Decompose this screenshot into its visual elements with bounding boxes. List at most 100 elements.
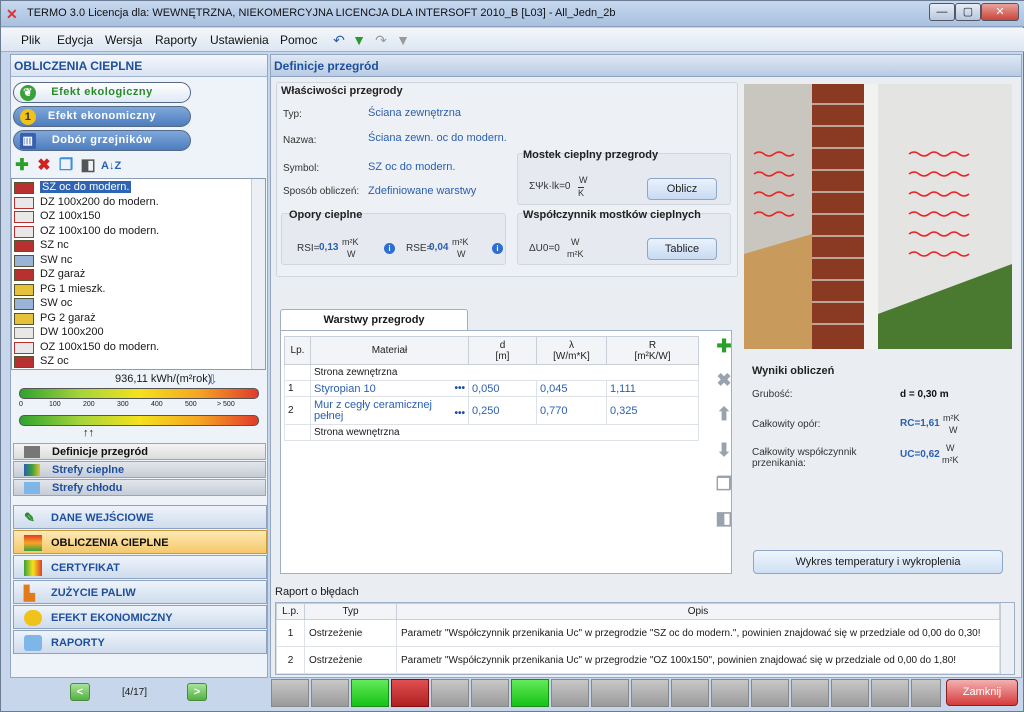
status-slot[interactable] <box>831 679 869 707</box>
lambda-cell[interactable]: 0,770 <box>536 396 607 425</box>
status-slot[interactable] <box>671 679 709 707</box>
move-up-icon[interactable]: ⬆ <box>713 403 735 425</box>
status-slot[interactable] <box>911 679 941 707</box>
status-slot[interactable] <box>751 679 789 707</box>
status-slot[interactable] <box>511 679 549 707</box>
info-icon[interactable]: i <box>492 243 503 254</box>
table-row[interactable]: 1 Ostrzeżenie Parametr "Współczynnik prz… <box>276 619 1000 647</box>
status-slot[interactable] <box>711 679 749 707</box>
energy-scale-bar <box>19 388 259 399</box>
table-row[interactable]: 2 Ostrzeżenie Parametr "Współczynnik prz… <box>276 646 1000 674</box>
tree-item[interactable]: PG 2 garaż <box>14 312 96 326</box>
tree-item[interactable]: SW nc <box>14 254 72 268</box>
status-slot[interactable] <box>631 679 669 707</box>
tree-item[interactable]: SZ oc <box>14 355 69 369</box>
raport-scrollbar[interactable] <box>1000 603 1014 674</box>
sposob-value[interactable]: Zdefiniowane warstwy <box>368 185 476 197</box>
subtab-strefy-cieplne[interactable]: Strefy cieplne <box>13 461 266 478</box>
dobor-grzejnikow-button[interactable]: ▥ Dobór grzejników <box>13 130 191 151</box>
sort-icon[interactable]: A↓Z <box>101 157 121 175</box>
d-cell[interactable]: 0,250 <box>468 396 537 425</box>
tree-item[interactable]: OZ 100x150 do modern. <box>14 341 159 355</box>
add-icon[interactable]: ✚ <box>13 157 31 175</box>
tree-item[interactable]: PG 1 mieszk. <box>14 283 105 297</box>
symbol-value[interactable]: SZ oc do modern. <box>368 161 455 173</box>
status-slot[interactable] <box>871 679 909 707</box>
close-window-button[interactable]: ✕ <box>981 3 1019 21</box>
menu-raporty[interactable]: Raporty <box>155 33 197 47</box>
tree-item[interactable]: OZ 100x150 <box>14 210 101 224</box>
menu-plik[interactable]: Plik <box>21 33 40 47</box>
efekt-ekologiczny-button[interactable]: ❦ Efekt ekologiczny <box>13 82 191 103</box>
tree-item[interactable]: DZ garaż <box>14 268 85 282</box>
material-picker-button[interactable]: ••• <box>454 408 465 419</box>
redo-dropdown-icon[interactable]: ▼ <box>394 31 412 49</box>
subtab-definicje-przegrod[interactable]: Definicje przegród <box>13 443 266 460</box>
move-down-icon[interactable]: ⬇ <box>713 439 735 461</box>
nav-raporty[interactable]: RAPORTY <box>13 630 267 654</box>
material-cell[interactable]: Styropian 10 <box>314 383 376 395</box>
main-panel-title: Definicje przegród <box>271 55 1021 77</box>
add-layer-icon[interactable]: ✚ <box>713 335 735 357</box>
paste-icon[interactable]: ◧ <box>79 157 97 175</box>
menu-wersja[interactable]: Wersja <box>105 33 142 47</box>
lambda-cell[interactable]: 0,045 <box>536 380 607 397</box>
status-slot[interactable] <box>471 679 509 707</box>
oblicz-button[interactable]: Oblicz <box>647 178 717 200</box>
status-slot[interactable] <box>271 679 309 707</box>
delete-icon[interactable]: ✖ <box>35 157 53 175</box>
efekt-ekonomiczny-button[interactable]: 1 Efekt ekonomiczny <box>13 106 191 127</box>
tree-item[interactable]: SZ oc do modern. <box>14 181 132 195</box>
nav-efekt-ekonomiczny[interactable]: EFEKT EKONOMICZNY <box>13 605 267 629</box>
nav-dane-wejsciowe[interactable]: ✎ DANE WEJŚCIOWE <box>13 505 267 529</box>
tree-item[interactable]: DW 100x200 <box>14 326 104 340</box>
material-picker-button[interactable]: ••• <box>454 383 465 394</box>
tree-item[interactable]: DZ 100x200 do modern. <box>14 196 159 210</box>
delete-layer-icon[interactable]: ✖ <box>713 369 735 391</box>
material-cell[interactable]: Mur z cegły ceramicznej pełnej <box>314 399 434 422</box>
typ-value[interactable]: Ściana zewnętrzna <box>368 107 461 119</box>
status-slot[interactable] <box>551 679 589 707</box>
nav-zuzycie-paliw[interactable]: ▙ ZUŻYCIE PALIW <box>13 580 267 604</box>
wsp-unit-top: W <box>946 443 955 453</box>
tree-item[interactable]: SZ nc <box>14 239 69 253</box>
undo-dropdown-icon[interactable]: ▼ <box>350 31 368 49</box>
status-report-icon[interactable] <box>391 679 429 707</box>
rsi-value[interactable]: 0,13 <box>319 242 338 253</box>
table-row[interactable]: 2 Mur z cegły ceramicznej pełnej ••• 0,25… <box>284 396 699 425</box>
zamknij-button[interactable]: Zamknij <box>946 679 1018 706</box>
rse-value[interactable]: 0,04 <box>429 242 448 253</box>
status-slot[interactable] <box>791 679 829 707</box>
info-icon[interactable]: i <box>384 243 395 254</box>
tree-item[interactable]: OZ 100x100 do modern. <box>14 225 159 239</box>
status-slot[interactable] <box>431 679 469 707</box>
tab-warstwy-przegrody[interactable]: Warstwy przegrody <box>280 309 468 331</box>
menu-ustawienia[interactable]: Ustawienia <box>210 33 269 47</box>
tree-item[interactable]: SW oc <box>14 297 72 311</box>
menu-pomoc[interactable]: Pomoc <box>280 33 317 47</box>
prev-page-button[interactable]: < <box>70 683 90 701</box>
copy-icon[interactable]: ❐ <box>57 157 75 175</box>
status-slot[interactable] <box>591 679 629 707</box>
tree-scrollbar[interactable] <box>251 179 265 369</box>
tablice-button[interactable]: Tablice <box>647 238 717 260</box>
d-cell[interactable]: 0,050 <box>468 380 537 397</box>
undo-icon[interactable]: ↶ <box>330 31 348 49</box>
table-row[interactable]: 1 Styropian 10 ••• 0,050 0,045 1,111 <box>284 380 699 397</box>
minimize-button[interactable]: — <box>929 3 955 21</box>
maximize-button[interactable]: ▢ <box>955 3 981 21</box>
window-icon <box>14 226 34 238</box>
paste-layer-icon[interactable]: ◧ <box>713 507 735 529</box>
subtab-strefy-chlodu[interactable]: Strefy chłodu <box>13 479 266 496</box>
nazwa-value[interactable]: Ściana zewn. oc do modern. <box>368 132 507 144</box>
redo-icon[interactable]: ↷ <box>372 31 390 49</box>
wykres-temperatury-button[interactable]: Wykres temperatury i wykroplenia <box>753 550 1003 574</box>
status-slot[interactable] <box>311 679 349 707</box>
status-slot[interactable] <box>351 679 389 707</box>
copy-layer-icon[interactable]: ❐ <box>713 473 735 495</box>
tick-label: 200 <box>83 401 95 408</box>
nav-obliczenia-cieplne[interactable]: OBLICZENIA CIEPLNE <box>13 530 267 554</box>
next-page-button[interactable]: > <box>187 683 207 701</box>
menu-edycja[interactable]: Edycja <box>57 33 93 47</box>
nav-certyfikat[interactable]: CERTYFIKAT <box>13 555 267 579</box>
